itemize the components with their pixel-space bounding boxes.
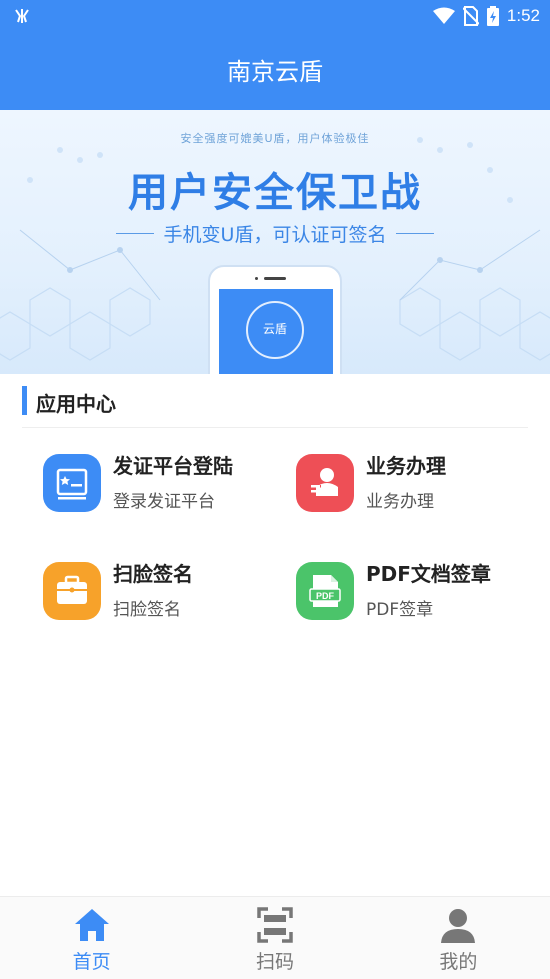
app-pdf-seal[interactable]: PDF PDF文档签章 PDF签章 <box>296 562 536 632</box>
banner-tagline: 安全强度可媲美U盾，用户体验极佳 <box>180 132 370 145</box>
app-name: PDF文档签章 <box>366 562 491 586</box>
app-desc: 登录发证平台 <box>113 492 215 512</box>
battery-charging-icon <box>486 6 499 26</box>
banner-subheadline-row: 手机变U盾，可认证可签名 <box>0 220 550 247</box>
phone-camera <box>255 277 258 280</box>
app-desc: 扫脸签名 <box>113 600 181 620</box>
top-bar: 1:52 南京云盾 <box>0 0 550 110</box>
certificate-icon <box>43 454 101 512</box>
clock: 1:52 <box>506 6 540 25</box>
nav-home[interactable]: 首页 <box>0 897 183 979</box>
app-name: 扫脸签名 <box>113 562 193 586</box>
app-name: 发证平台登陆 <box>113 454 233 478</box>
app-cert-platform-login[interactable]: 发证平台登陆 登录发证平台 <box>43 454 283 524</box>
divider-line <box>396 233 435 234</box>
app-business[interactable]: 业务办理 业务办理 <box>296 454 536 524</box>
app-desc: 业务办理 <box>366 492 434 512</box>
phone-screen: 云盾 <box>219 289 333 374</box>
nav-label: 扫码 <box>255 951 294 973</box>
usb-debug-icon <box>15 9 29 23</box>
app-name: 业务办理 <box>366 454 446 478</box>
nav-scan[interactable]: 扫码 <box>183 897 366 979</box>
banner-subheadline: 手机变U盾，可认证可签名 <box>163 224 387 246</box>
svg-text:PDF: PDF <box>316 591 335 601</box>
nav-label: 我的 <box>439 951 478 973</box>
nav-profile[interactable]: 我的 <box>367 897 550 979</box>
pdf-icon: PDF <box>296 562 354 620</box>
divider-line <box>115 233 154 234</box>
nav-label: 首页 <box>72 951 111 973</box>
no-sim-icon <box>462 6 479 26</box>
phone-speaker <box>264 277 286 280</box>
briefcase-icon <box>43 562 101 620</box>
banner-headline: 用户安全保卫战 <box>128 170 422 216</box>
app-desc: PDF签章 <box>366 600 434 620</box>
section-accent-bar <box>22 386 27 415</box>
wifi-icon <box>432 7 455 24</box>
business-icon <box>296 454 354 512</box>
home-icon <box>74 909 109 941</box>
app-face-sign[interactable]: 扫脸签名 扫脸签名 <box>43 562 283 632</box>
promo-banner[interactable]: 安全强度可媲美U盾，用户体验极佳 用户安全保卫战 手机变U盾，可认证可签名 云盾 <box>0 110 550 374</box>
bottom-nav: 首页 扫码 我的 <box>0 896 550 979</box>
phone-screen-text: 云盾 <box>262 322 287 336</box>
phone-illustration: 云盾 <box>208 265 342 374</box>
page-title: 南京云盾 <box>227 58 323 86</box>
section-header: 应用中心 <box>22 384 528 428</box>
user-icon <box>441 909 476 943</box>
scan-icon <box>257 907 293 943</box>
status-bar: 1:52 <box>0 0 550 32</box>
section-title: 应用中心 <box>36 392 116 416</box>
